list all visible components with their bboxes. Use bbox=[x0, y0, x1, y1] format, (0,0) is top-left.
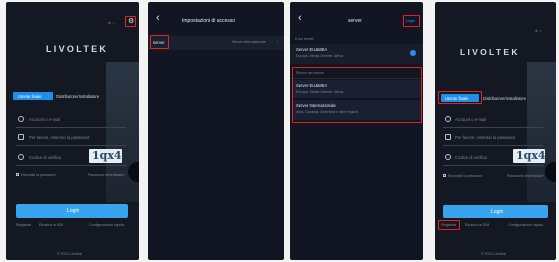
access-settings-screen: ‹ Impostazioni di accesso server Server … bbox=[148, 2, 284, 260]
code-input[interactable]: Codice di verifica bbox=[455, 155, 487, 160]
forgot-password-link[interactable]: Password dimenticata? bbox=[507, 174, 544, 178]
logo: LIVOLTEK bbox=[460, 47, 520, 57]
status-icons: ⊕ ☼ bbox=[108, 21, 116, 25]
logo: LIVOLTEK bbox=[46, 44, 109, 54]
gear-icon[interactable]: ⚙ bbox=[128, 17, 134, 25]
captcha-image[interactable]: 1qx4 bbox=[89, 149, 122, 163]
tab-installer[interactable]: Distributore/Installatore bbox=[483, 96, 526, 101]
footer-copyright: © 2023 Livoltek bbox=[481, 252, 506, 256]
server-option-international-name: Server Internazionale bbox=[296, 103, 336, 108]
password-input[interactable]: Per favore, inserisci la password bbox=[29, 135, 89, 140]
current-server-desc: Europa, Medio Oriente, Africa bbox=[296, 54, 344, 58]
login-screen-2: ⊕ ☼ LIVOLTEK Utente finale Distributore/… bbox=[435, 2, 556, 260]
account-input[interactable]: Account o e-mail bbox=[29, 117, 60, 122]
login-button-label: Login bbox=[491, 209, 504, 215]
forgot-password-link[interactable]: Password dimenticata? bbox=[88, 173, 125, 177]
register-link[interactable]: Registrati bbox=[16, 223, 31, 227]
selected-check-icon bbox=[410, 50, 416, 56]
page-title: server bbox=[348, 18, 362, 24]
back-icon[interactable]: ‹ bbox=[156, 13, 160, 24]
sim-link[interactable]: Ricarica la SIM bbox=[465, 223, 489, 227]
register-link[interactable]: Registrati bbox=[441, 223, 456, 227]
user-icon bbox=[445, 116, 451, 122]
login-button-label: Login bbox=[67, 208, 80, 214]
remember-checkbox[interactable] bbox=[16, 173, 19, 176]
quick-config-link[interactable]: Configurazione rapida bbox=[508, 223, 543, 227]
back-icon[interactable]: ‹ bbox=[298, 13, 302, 24]
current-server-name: Server EU&MEA bbox=[296, 47, 328, 52]
server-option-eu-desc: Europa, Medio Oriente, Africa bbox=[296, 90, 344, 94]
footer-copyright: © 2023 Livoltek bbox=[57, 252, 82, 256]
login-screen: ⊕ ☼ ⚙ LIVOLTEK Utente finale Distributor… bbox=[6, 2, 139, 260]
server-row-value: Server internazionale bbox=[232, 40, 266, 44]
shield-icon bbox=[445, 154, 451, 160]
tab-installer[interactable]: Distributore/Installatore bbox=[56, 94, 99, 99]
server-option-eu-name: Server EU&MEA bbox=[296, 83, 328, 88]
user-icon bbox=[18, 116, 24, 122]
chevron-right-icon: › bbox=[277, 40, 279, 44]
section-other-label: Elenco dei server bbox=[296, 71, 324, 75]
code-input[interactable]: Codice di verifica bbox=[29, 155, 61, 160]
server-select-screen: ‹ server Login Il tuo server Server EU&M… bbox=[290, 2, 423, 260]
quick-config-link[interactable]: Configurazione rapida bbox=[89, 223, 124, 227]
sim-link[interactable]: Ricarica la SIM bbox=[39, 223, 63, 227]
remember-label: Ricordati la password bbox=[448, 173, 483, 178]
shield-icon bbox=[18, 154, 24, 160]
server-option-international-desc: Asia, Oceania, Americhe e altre regioni bbox=[296, 110, 359, 114]
password-input[interactable]: Per favore, inserisci la password bbox=[455, 135, 515, 140]
lock-icon bbox=[18, 134, 24, 140]
lock-icon bbox=[445, 134, 451, 140]
tab-end-user-label: Utente finale bbox=[18, 93, 42, 99]
section-current-label: Il tuo server bbox=[295, 37, 314, 41]
account-input[interactable]: Account o e-mail bbox=[455, 117, 486, 122]
tab-end-user-label: Utente finale bbox=[445, 95, 469, 101]
server-row-label: server bbox=[153, 39, 165, 45]
login-link[interactable]: Login bbox=[406, 19, 415, 23]
remember-checkbox[interactable] bbox=[443, 174, 446, 177]
remember-label: Ricordati la password bbox=[21, 172, 56, 177]
status-icons: ⊕ ☼ bbox=[535, 29, 543, 33]
page-title: Impostazioni di accesso bbox=[182, 18, 236, 24]
captcha-image[interactable]: 1qx4 bbox=[513, 149, 546, 163]
